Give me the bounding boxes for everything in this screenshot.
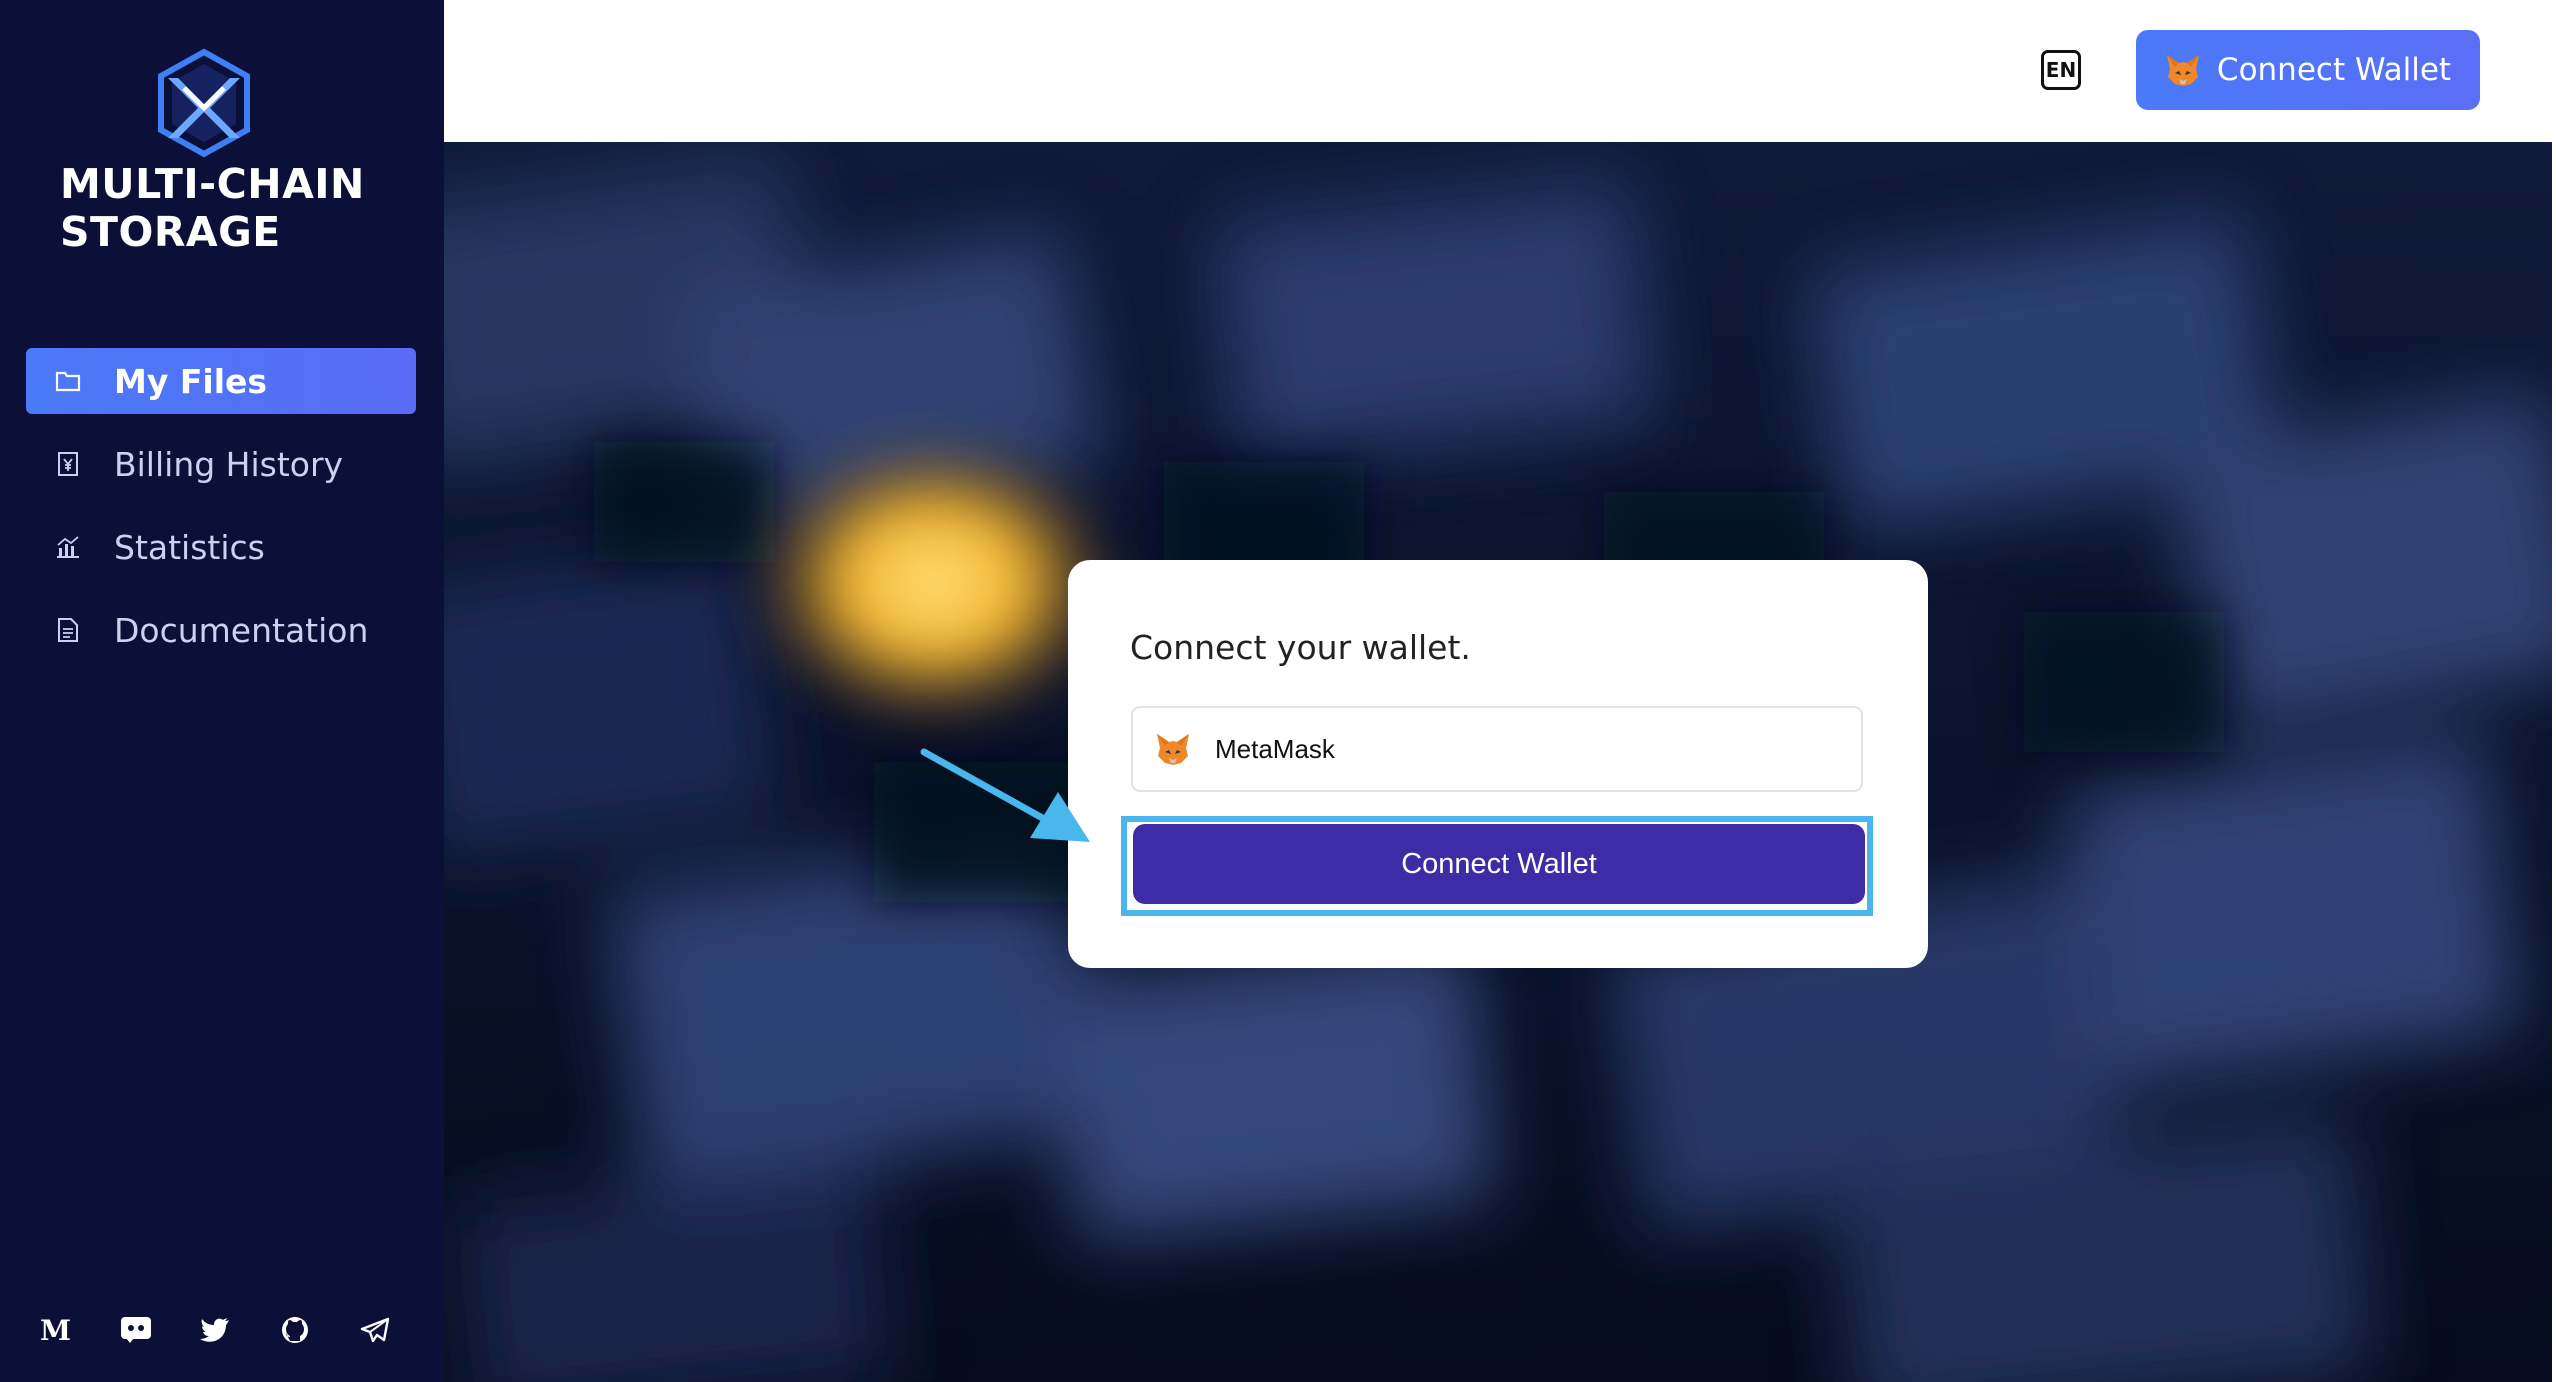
multi-chain-logo-icon (158, 48, 250, 158)
discord-link[interactable] (120, 1308, 200, 1352)
sidebar-item-label: My Files (114, 361, 268, 401)
connect-wallet-modal: Connect your wallet. MetaMask (1068, 560, 1928, 968)
language-selector[interactable]: EN (2041, 50, 2081, 90)
wallet-option-metamask[interactable]: MetaMask (1131, 706, 1863, 792)
sidebar-item-label: Statistics (114, 527, 265, 567)
sidebar-nav: My Files Billing History Statistics Docu… (26, 348, 416, 680)
discord-icon (121, 1317, 151, 1343)
twitter-icon (200, 1318, 229, 1342)
medium-link[interactable]: M (40, 1308, 120, 1352)
metamask-fox-icon (2166, 55, 2199, 86)
github-link[interactable] (280, 1308, 360, 1352)
sidebar-item-statistics[interactable]: Statistics (26, 514, 416, 580)
telegram-link[interactable] (360, 1308, 440, 1352)
svg-text:M: M (40, 1317, 70, 1343)
sidebar-item-label: Documentation (114, 610, 369, 650)
chart-icon (54, 533, 82, 561)
github-icon (282, 1317, 308, 1343)
modal-title: Connect your wallet. (1130, 628, 1471, 667)
telegram-icon (360, 1317, 390, 1343)
header-connect-wallet-button[interactable]: Connect Wallet (2136, 30, 2480, 110)
sidebar-item-my-files[interactable]: My Files (26, 348, 416, 414)
modal-connect-wallet-label: Connect Wallet (1401, 847, 1597, 880)
modal-connect-wallet-button[interactable]: Connect Wallet (1133, 824, 1865, 904)
sidebar-item-label: Billing History (114, 444, 344, 484)
scrollbar-track (2552, 142, 2556, 1382)
top-header: EN Connect Wallet (444, 0, 2556, 142)
medium-icon: M (40, 1317, 70, 1343)
wallet-option-label: MetaMask (1215, 733, 1335, 764)
pointer-arrow-icon (920, 748, 1090, 842)
sidebar: MULTI-CHAIN STORAGE My Files Billing His… (0, 0, 444, 1382)
header-connect-wallet-label: Connect Wallet (2216, 52, 2452, 88)
brand-title: MULTI-CHAIN STORAGE (60, 160, 365, 256)
document-icon (54, 616, 82, 644)
sidebar-item-documentation[interactable]: Documentation (26, 597, 416, 663)
yen-receipt-icon (54, 450, 82, 478)
folder-icon (54, 367, 82, 395)
sidebar-item-billing-history[interactable]: Billing History (26, 431, 416, 497)
twitter-link[interactable] (200, 1308, 280, 1352)
metamask-fox-icon (1157, 734, 1189, 765)
social-links: M (40, 1308, 440, 1352)
